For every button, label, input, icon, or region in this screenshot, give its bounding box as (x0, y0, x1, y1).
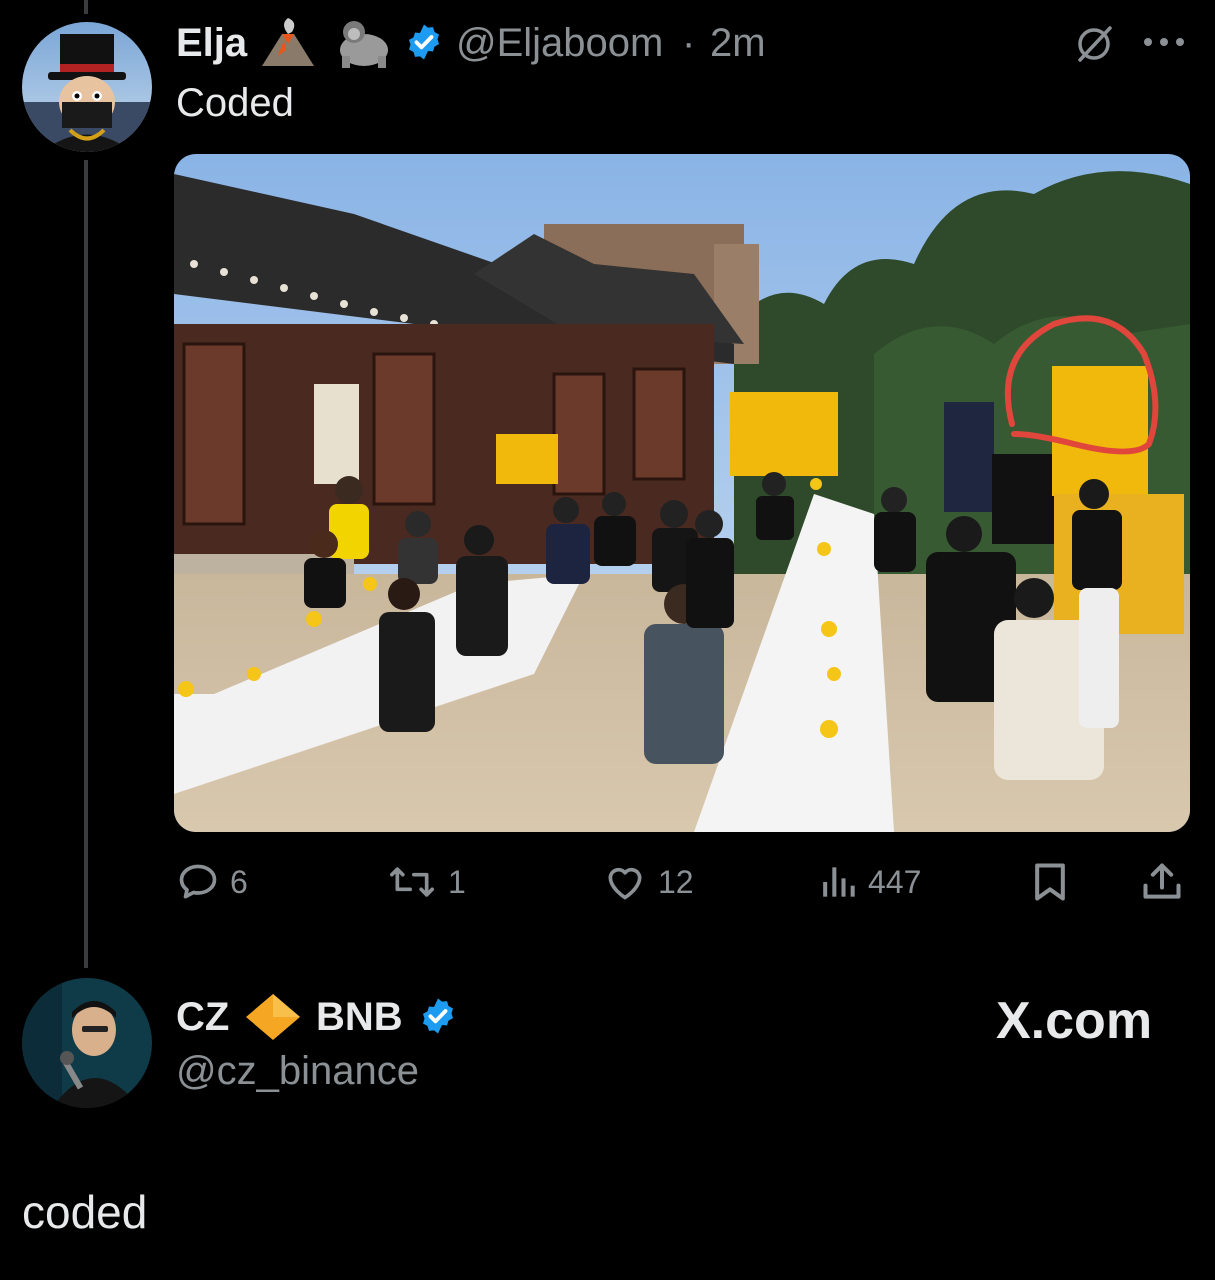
gorilla-emoji-icon (334, 16, 394, 68)
cz-handle[interactable]: @cz_binance (176, 1048, 419, 1094)
tweet-time[interactable]: 2m (710, 20, 766, 66)
views-count: 447 (868, 863, 922, 900)
repost-count: 1 (448, 863, 466, 900)
repost-button[interactable]: 1 (386, 860, 466, 904)
cz-verified-badge-icon (418, 996, 458, 1041)
cz-avatar[interactable] (22, 978, 152, 1108)
grok-icon[interactable] (1072, 22, 1116, 66)
thread-line-top (84, 0, 88, 14)
cz-name-first[interactable]: CZ (176, 994, 229, 1040)
like-button[interactable]: 12 (602, 860, 694, 904)
caption-text: coded (22, 1186, 148, 1238)
cz-name-second[interactable]: BNB (316, 994, 403, 1040)
reply-button[interactable]: 6 (176, 860, 248, 904)
bookmark-icon (1035, 863, 1065, 901)
repost-icon (390, 867, 434, 897)
diamond-emoji-icon (244, 992, 302, 1042)
tweet-photo[interactable] (174, 154, 1190, 832)
author-avatar[interactable] (22, 22, 152, 152)
reply-icon (179, 864, 217, 899)
x-com-brand: X.com (996, 992, 1153, 1050)
like-count: 12 (658, 863, 694, 900)
share-button[interactable] (1140, 860, 1184, 904)
heart-icon (608, 867, 642, 900)
views-button[interactable]: 447 (818, 860, 921, 904)
reply-count: 6 (230, 863, 248, 900)
bookmark-button[interactable] (1030, 860, 1070, 904)
more-options-icon[interactable] (1140, 30, 1188, 54)
thread-line (84, 160, 88, 968)
separator-dot: · (682, 21, 696, 65)
tweet-text: Coded (176, 81, 294, 125)
share-icon (1143, 863, 1181, 899)
author-name[interactable]: Elja (176, 20, 247, 66)
volcano-emoji-icon (258, 16, 318, 68)
views-icon (823, 867, 855, 897)
author-handle[interactable]: @Eljaboom (456, 20, 663, 66)
verified-badge-icon (404, 22, 444, 67)
